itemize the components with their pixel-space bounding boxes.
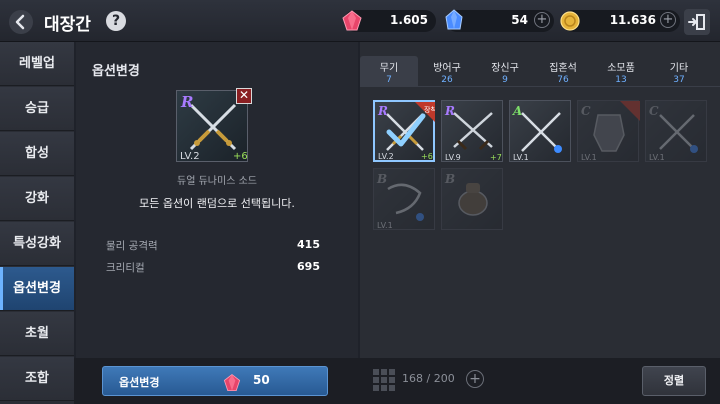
sidebar-item-synthesis[interactable]: 합성 [0,132,74,176]
tab-count: 37 [673,75,685,85]
red-gem-amount: 1.605 [390,13,428,27]
page-title: 대장간 [44,15,91,35]
tab-soul-stone[interactable]: 집혼석 76 [534,56,592,86]
inventory-slot[interactable]: 장착 R LV.2 +6 [373,100,435,162]
top-bar: 대장간 ? 1.605 54 + 11.636 + [0,0,720,42]
exit-button[interactable] [684,9,710,35]
tab-count: 9 [502,75,508,85]
option-change-cost: 50 [253,373,270,387]
bottom-bar: 옵션변경 50 168 / 200 + 정렬 [74,358,720,404]
sort-button[interactable]: 정렬 [642,366,706,396]
item-level: LV.1 [581,153,597,162]
inventory-slot[interactable]: C LV.1 [645,100,707,162]
sidebar-item-promotion[interactable]: 승급 [0,87,74,131]
item-level: LV.2 [180,151,200,162]
stat-value-physical-attack: 415 [297,238,320,251]
tab-label: 방어구 [433,63,461,74]
inventory-panel: 무기 7 방어구 26 장신구 9 집혼석 76 소모품 13 기타 37 장착… [360,42,720,358]
item-level: LV.1 [513,153,529,162]
tab-etc[interactable]: 기타 37 [650,56,708,86]
tab-count: 13 [615,75,627,85]
tab-accessory[interactable]: 장신구 9 [476,56,534,86]
add-gold-button[interactable]: + [660,12,676,28]
grade-label: R [377,104,388,118]
crossed-swords-icon: A LV.1 [512,104,562,162]
tab-label: 기타 [669,63,689,74]
remove-item-button[interactable]: ✕ [236,88,252,104]
armor-icon: C LV.1 [581,101,640,162]
help-button[interactable]: ? [106,11,126,31]
option-change-button[interactable]: 옵션변경 50 [102,366,328,396]
dual-sword-icon: 장착 R LV.2 +6 [377,102,435,161]
grade-label: A [512,104,522,118]
grade-label: R [180,93,193,111]
tab-consumable[interactable]: 소모품 13 [592,56,650,86]
option-change-button-label: 옵션변경 [119,376,160,389]
red-gem-icon [342,10,362,31]
stat-value-critical: 695 [297,260,320,273]
option-change-panel: 옵션변경 R LV.2 +6 ✕ 듀얼 듀나미스 소드 모든 옵션이 랜덤으로 … [76,42,358,358]
currency-red-gem: 1.605 [342,10,436,32]
inventory-grid-icon [373,369,395,391]
grade-label: C [581,104,591,118]
item-name: 듀얼 듀나미스 소드 [177,176,257,187]
back-arrow-icon[interactable] [8,9,34,35]
sidebar-item-trait-enhance[interactable]: 특성강화 [0,222,74,266]
crossed-blades-icon: R LV.9 +7 [444,104,502,162]
tab-weapon[interactable]: 무기 7 [360,56,418,86]
stat-label-physical-attack: 물리 공격력 [106,240,158,252]
stat-label-critical: 크리티컬 [106,262,145,274]
tab-count: 7 [386,75,392,85]
inventory-slot[interactable]: A LV.1 [509,100,571,162]
tab-label: 집혼석 [549,63,577,74]
item-enhance: +7 [490,153,502,162]
currency-gold: 11.636 + [560,10,680,32]
sidebar-item-transcend[interactable]: 초월 [0,312,74,356]
gauntlet-icon: B [444,172,488,216]
grade-label: B [444,172,455,186]
sidebar-item-combine[interactable]: 조합 [0,357,74,401]
tab-count: 26 [441,75,453,85]
sidebar-item-enhance[interactable]: 강화 [0,177,74,221]
inventory-slot[interactable]: R LV.9 +7 [441,100,503,162]
item-level: LV.1 [377,221,393,230]
item-enhance: +6 [233,151,248,162]
inventory-slot[interactable]: C LV.1 [577,100,640,162]
item-level: LV.2 [378,152,394,161]
gold-amount: 11.636 [609,13,656,27]
expand-inventory-button[interactable]: + [466,370,484,388]
sidebar-item-levelup[interactable]: 레벨업 [0,42,74,86]
add-blue-crystal-button[interactable]: + [534,12,550,28]
grade-label: C [649,104,659,118]
blue-crystal-icon [445,9,463,30]
blue-crystal-amount: 54 [511,13,528,27]
tab-armor[interactable]: 방어구 26 [418,56,476,86]
tab-label: 장신구 [491,63,519,74]
grade-label: B [376,172,387,186]
item-level: LV.1 [649,153,665,162]
inventory-slot[interactable]: B LV.1 [373,168,435,230]
tab-divider [360,86,720,87]
gold-coin-icon [560,11,580,31]
tab-label: 소모품 [607,63,635,74]
panel-title: 옵션변경 [92,64,140,79]
item-enhance: +6 [421,152,433,161]
grade-label: R [444,104,455,118]
tab-count: 76 [557,75,569,85]
option-description: 모든 옵션이 랜덤으로 선택됩니다. [139,197,295,210]
tab-label: 무기 [379,63,399,74]
inventory-capacity: 168 / 200 [402,372,455,385]
sidebar: 레벨업 승급 합성 강화 특성강화 옵션변경 초월 조합 [0,42,74,404]
red-gem-icon [223,374,241,392]
inventory-slot[interactable]: B [441,168,503,230]
equipped-badge-label: 장착 [424,105,435,114]
sidebar-item-option-change[interactable]: 옵션변경 [0,267,74,311]
currency-blue-crystal: 54 + [445,9,554,32]
exit-door-icon [688,14,705,30]
crossed-swords-icon: C LV.1 [649,104,698,162]
item-level: LV.9 [445,153,461,162]
chain-weapon-icon: B LV.1 [376,172,424,230]
